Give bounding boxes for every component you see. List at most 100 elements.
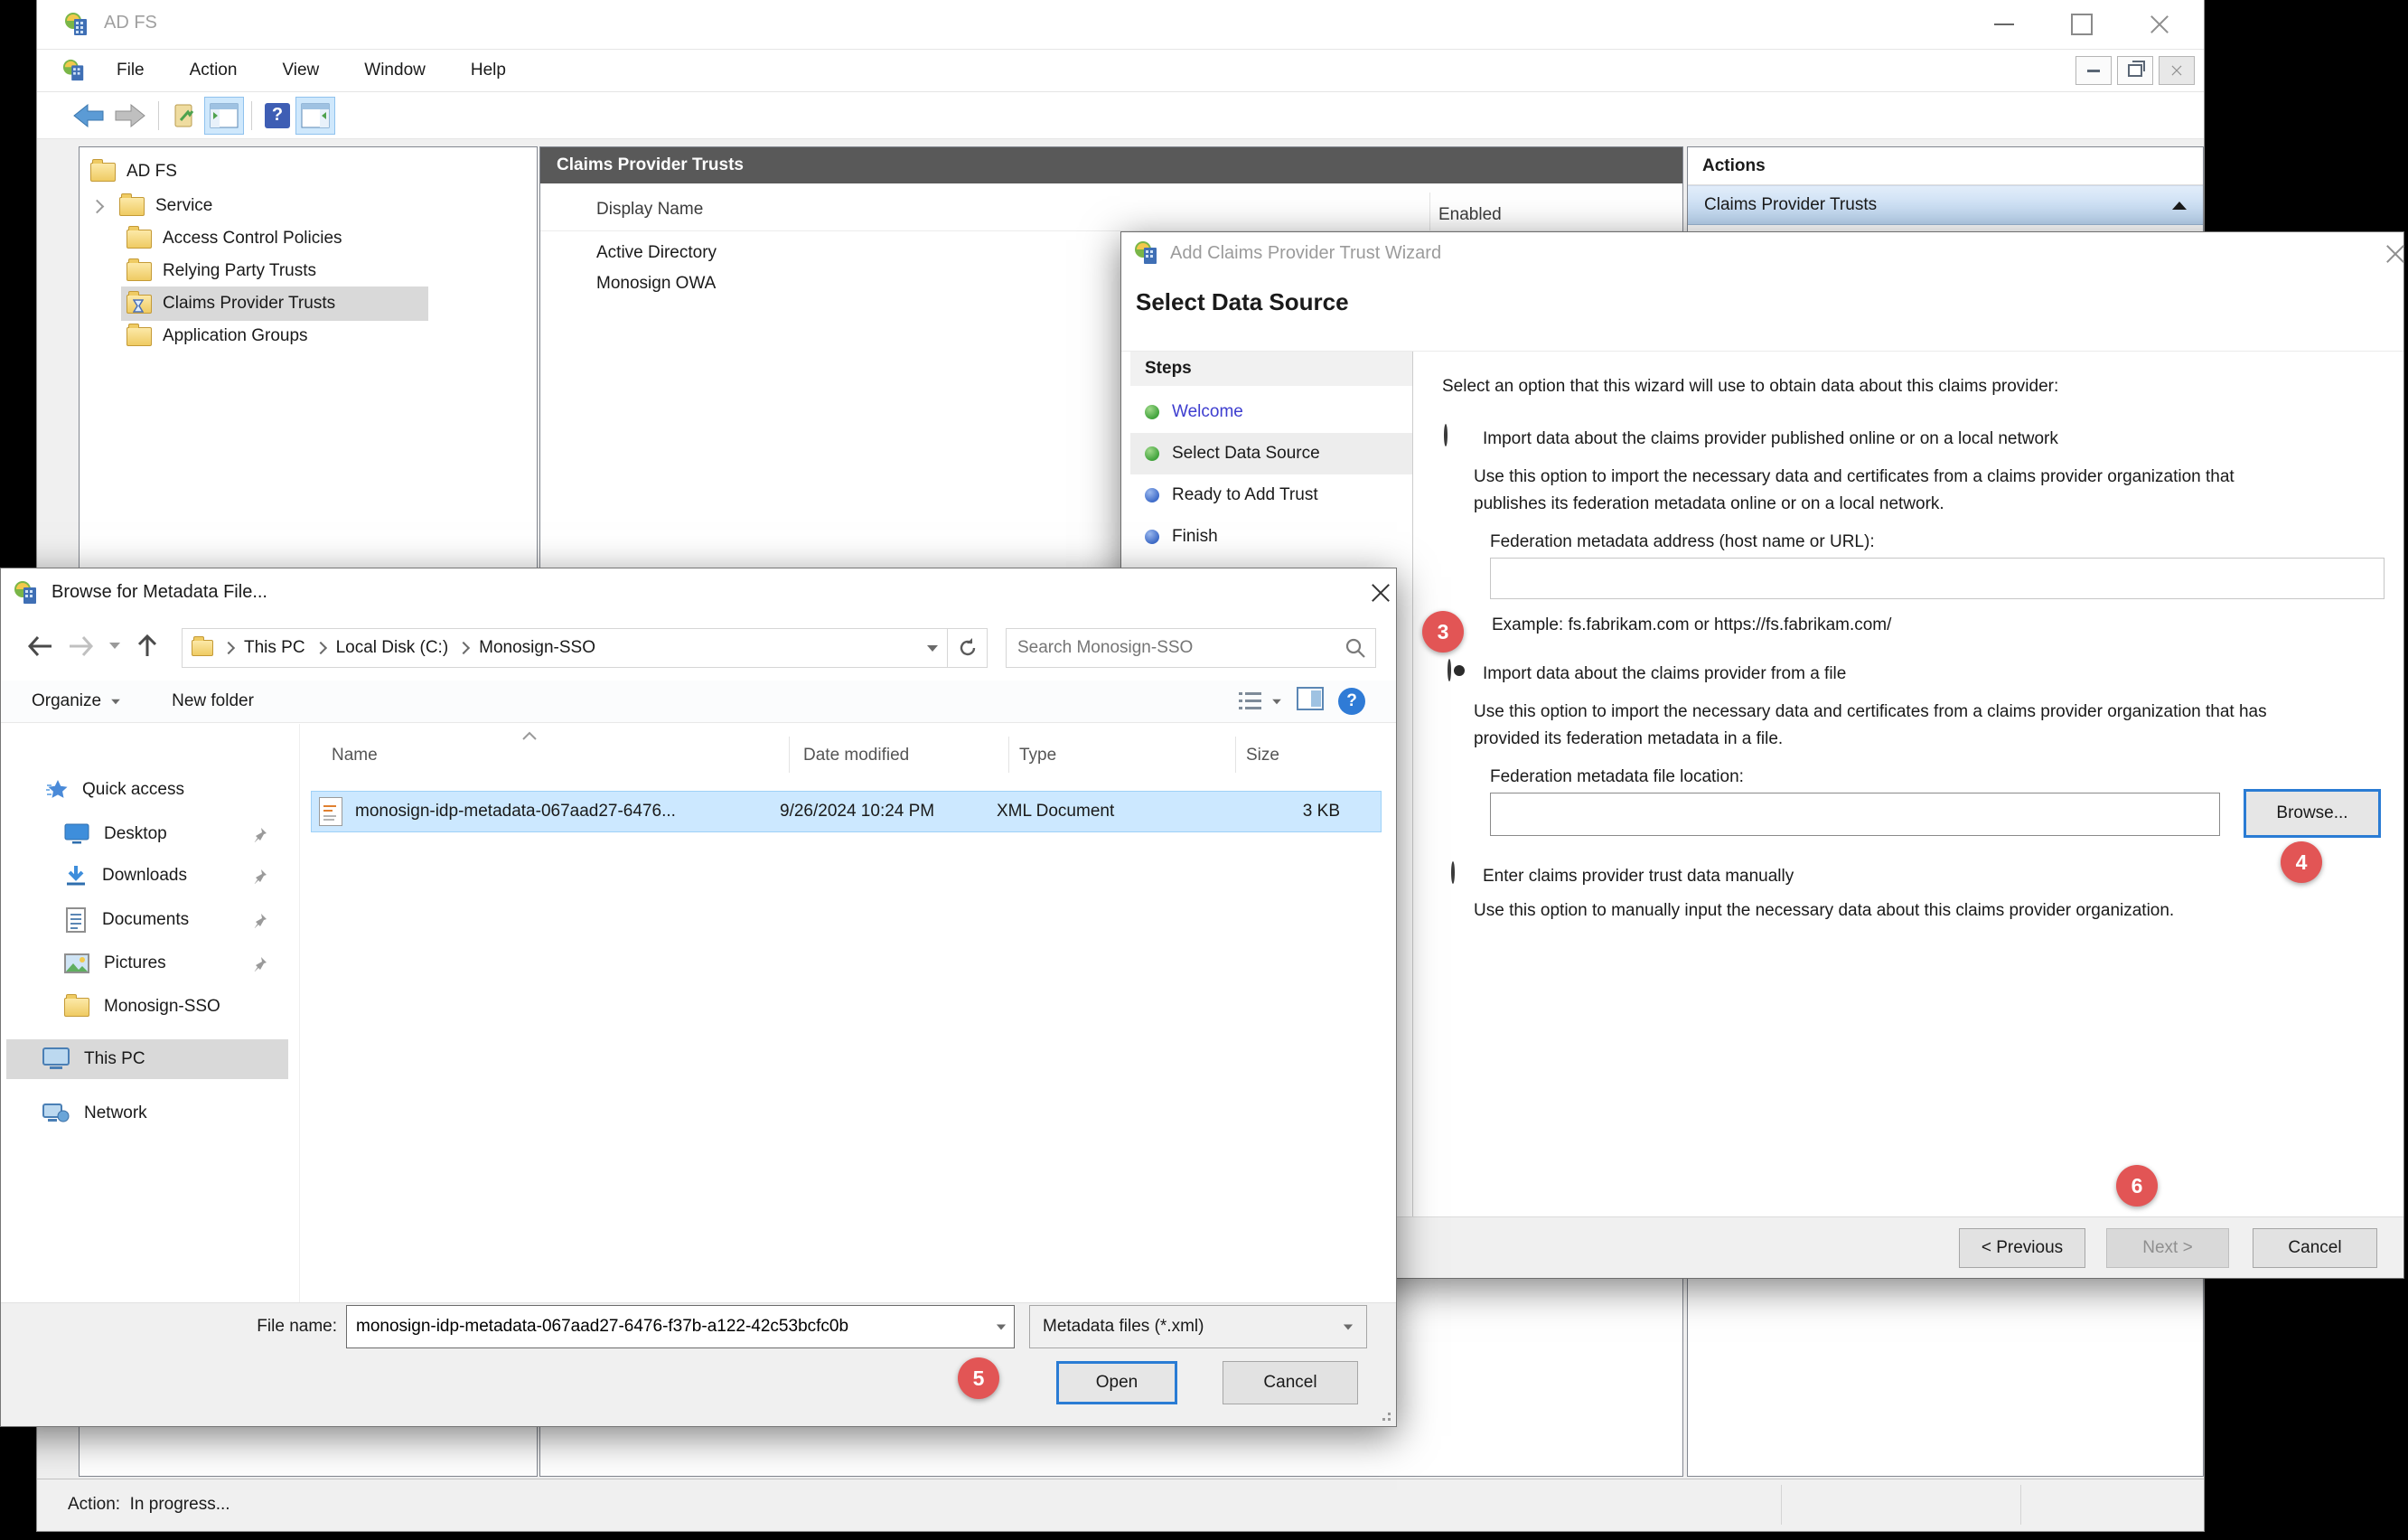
address-bar[interactable]: This PC Local Disk (C:) Monosign-SSO	[182, 628, 948, 668]
browse-for-metadata-file-dialog: Browse for Metadata File... This PC Loca…	[0, 568, 1397, 1427]
maximize-icon[interactable]	[2068, 11, 2095, 38]
list-row-monosign-owa[interactable]: Monosign OWA	[596, 274, 716, 294]
step-welcome[interactable]: Welcome	[1130, 391, 1412, 433]
nav-forward-icon[interactable]	[68, 634, 95, 664]
sidebar-documents[interactable]: Documents	[6, 900, 288, 940]
pin-icon	[252, 826, 268, 842]
sidebar-quick-access[interactable]: Quick access	[6, 770, 288, 810]
file-name-input[interactable]	[354, 1316, 996, 1338]
import-online-desc: Use this option to import the necessary …	[1474, 464, 2296, 518]
document-icon	[65, 907, 87, 933]
sidebar-monosign-sso[interactable]: Monosign-SSO	[6, 987, 288, 1027]
step-select-data-source[interactable]: Select Data Source	[1130, 433, 1412, 474]
file-type-cell: XML Document	[997, 802, 1223, 822]
nav-back-icon[interactable]	[26, 634, 53, 664]
expand-chevron-icon[interactable]	[90, 199, 105, 213]
open-button[interactable]: Open	[1056, 1361, 1177, 1404]
search-input[interactable]	[1016, 637, 1345, 659]
file-row-selected[interactable]: monosign-idp-metadata-067aad27-6476... 9…	[311, 791, 1382, 832]
column-date-modified[interactable]: Date modified	[803, 746, 909, 765]
breadcrumb-monosign-sso[interactable]: Monosign-SSO	[479, 638, 595, 658]
file-date-cell: 9/26/2024 10:24 PM	[780, 802, 997, 822]
menu-window[interactable]: Window	[362, 61, 427, 80]
radio-import-online[interactable]	[1444, 424, 1448, 446]
step-badge-3: 3	[1422, 611, 1464, 653]
help-icon[interactable]: ?	[1338, 688, 1365, 715]
sidebar-desktop[interactable]: Desktop	[6, 814, 288, 854]
browse-cancel-button[interactable]: Cancel	[1223, 1361, 1358, 1404]
change-view-button[interactable]	[1237, 690, 1282, 713]
console-window-controls	[1991, 11, 2173, 38]
refresh-button[interactable]	[948, 628, 988, 668]
search-box[interactable]	[1006, 628, 1376, 668]
menu-help[interactable]: Help	[469, 61, 508, 80]
tree-item-application-groups[interactable]: Application Groups	[80, 319, 537, 353]
back-icon[interactable]	[68, 97, 109, 135]
help-toolbar-icon[interactable]: ?	[259, 97, 295, 135]
breadcrumb-local-disk-c[interactable]: Local Disk (C:)	[336, 638, 449, 658]
wizard-cancel-button[interactable]: Cancel	[2253, 1228, 2377, 1268]
menu-action[interactable]: Action	[188, 61, 239, 80]
actions-group-claims-provider-trusts[interactable]: Claims Provider Trusts	[1688, 185, 2203, 225]
resize-grip[interactable]	[1378, 1408, 1391, 1421]
new-folder-button[interactable]: New folder	[172, 691, 254, 711]
this-pc-icon	[42, 1047, 70, 1071]
forward-icon[interactable]	[109, 97, 151, 135]
next-button[interactable]: Next >	[2106, 1228, 2229, 1268]
wizard-intro-text: Select an option that this wizard will u…	[1442, 377, 2058, 397]
close-icon[interactable]	[2146, 11, 2173, 38]
step-finish[interactable]: Finish	[1130, 516, 1412, 558]
breadcrumb-this-pc[interactable]: This PC	[244, 638, 305, 658]
minimize-icon[interactable]	[1991, 11, 2018, 38]
nav-up-icon[interactable]	[135, 632, 160, 664]
organize-button[interactable]: Organize	[32, 691, 121, 711]
network-icon	[42, 1102, 70, 1125]
file-name-dropdown-caret-icon[interactable]	[997, 1324, 1006, 1329]
file-name-combobox[interactable]	[346, 1305, 1015, 1348]
federation-metadata-address-input[interactable]	[1490, 558, 2385, 599]
sidebar-network[interactable]: Network	[6, 1094, 288, 1133]
tree-item-claims-provider-trusts[interactable]: Claims Provider Trusts	[80, 286, 537, 321]
tree-item-access-control-policies[interactable]: Access Control Policies	[80, 221, 537, 256]
nav-history-caret-icon[interactable]	[109, 643, 120, 649]
step-ready-to-add-trust[interactable]: Ready to Add Trust	[1130, 474, 1412, 516]
sidebar-pictures[interactable]: Pictures	[6, 944, 288, 983]
column-display-name[interactable]: Display Name	[596, 200, 703, 220]
mdi-window-controls	[2075, 56, 2195, 85]
pin-icon	[252, 912, 268, 928]
step-done-icon	[1145, 446, 1159, 461]
tree-item-service[interactable]: Service	[80, 189, 537, 223]
mdi-close-icon[interactable]	[2159, 56, 2195, 85]
step-done-icon	[1145, 405, 1159, 419]
previous-button[interactable]: < Previous	[1959, 1228, 2085, 1268]
step-pending-icon	[1145, 530, 1159, 544]
column-size[interactable]: Size	[1246, 746, 1279, 765]
browse-button[interactable]: Browse...	[2244, 789, 2381, 838]
sidebar-this-pc[interactable]: This PC	[6, 1039, 288, 1079]
column-enabled[interactable]: Enabled	[1438, 205, 1502, 225]
tree-item-adfs-root[interactable]: AD FS	[80, 155, 537, 189]
sidebar-downloads[interactable]: Downloads	[6, 856, 288, 896]
export-list-icon[interactable]	[166, 97, 204, 135]
menu-view[interactable]: View	[280, 61, 321, 80]
action-pane-toggle-icon[interactable]	[295, 97, 335, 135]
collapse-arrow-icon[interactable]	[2172, 202, 2187, 210]
console-tree-toggle-icon[interactable]	[204, 97, 244, 135]
file-type-select[interactable]: Metadata files (*.xml)	[1029, 1305, 1367, 1348]
federation-metadata-file-input[interactable]	[1490, 793, 2220, 836]
mdi-minimize-icon[interactable]	[2075, 56, 2112, 85]
mdi-restore-icon[interactable]	[2117, 56, 2153, 85]
column-type[interactable]: Type	[1019, 746, 1056, 765]
column-name[interactable]: Name	[332, 746, 378, 765]
file-type-dropdown-caret-icon[interactable]	[1344, 1324, 1353, 1329]
list-row-active-directory[interactable]: Active Directory	[596, 243, 717, 263]
preview-pane-button[interactable]	[1297, 687, 1324, 716]
status-text: Action: In progress...	[68, 1495, 230, 1515]
file-name-cell: monosign-idp-metadata-067aad27-6476...	[355, 802, 780, 822]
tree-item-relying-party-trusts[interactable]: Relying Party Trusts	[80, 254, 537, 288]
radio-import-from-file[interactable]	[1448, 659, 1451, 681]
quick-access-star-icon	[46, 778, 70, 802]
address-dropdown-caret-icon[interactable]	[927, 645, 938, 652]
menu-file[interactable]: File	[115, 61, 146, 80]
radio-enter-manually[interactable]	[1451, 861, 1455, 884]
